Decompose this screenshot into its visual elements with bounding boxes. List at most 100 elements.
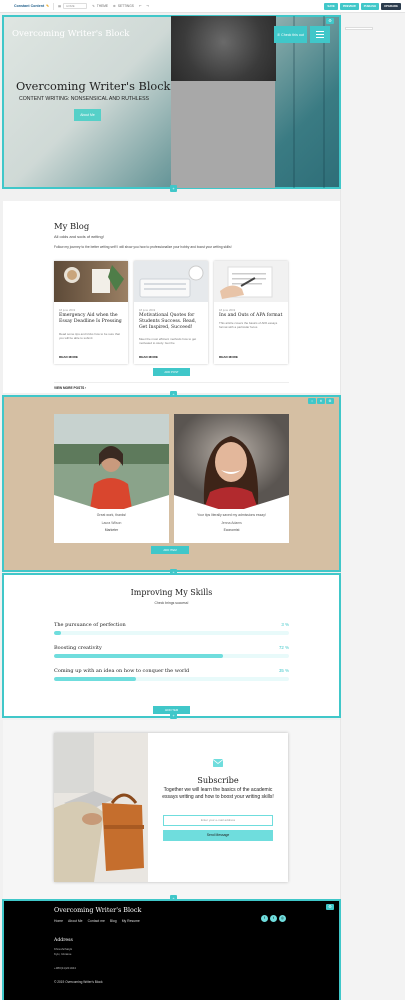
- social-links: f t ◎: [261, 915, 286, 922]
- subscribe-title: Subscribe: [197, 775, 239, 785]
- footer-nav-resume[interactable]: My Resume: [122, 919, 140, 923]
- testimonial-card[interactable]: Your tips literally saved my admissions …: [174, 414, 289, 543]
- hero-title: Overcoming Writer's Block: [16, 80, 171, 93]
- logo-mark-icon: ✎: [46, 4, 50, 8]
- card-divider-shape: [174, 495, 289, 515]
- skill-label: Coming up with an idea on how to conquer…: [54, 668, 190, 674]
- skill-progress-track: [54, 654, 289, 658]
- menu-line: [316, 33, 324, 36]
- redo-button[interactable]: ↷: [147, 4, 150, 8]
- read-more-link[interactable]: READ MORE: [59, 355, 78, 359]
- post-date: 18 june 2019: [219, 308, 236, 312]
- hero-cta-button[interactable]: ✆ Check this out: [274, 26, 307, 43]
- skill-percent: 35 %: [278, 668, 289, 673]
- paper-sheet-image: [171, 81, 275, 188]
- email-input[interactable]: Enter your e-mail address: [163, 815, 273, 826]
- twitter-icon[interactable]: t: [270, 915, 277, 922]
- blog-post-card[interactable]: 18 june 2019 Ins and Outs of APA format …: [214, 261, 288, 364]
- skills-section[interactable]: Improving My Skills Check brings success…: [2, 573, 341, 718]
- page-selector[interactable]: ▤ HOME: [58, 3, 88, 9]
- footer-nav-blog[interactable]: Blog: [110, 919, 117, 923]
- undo-icon: ↶: [138, 4, 142, 8]
- add-item-button[interactable]: ADD ITEM: [151, 546, 189, 554]
- skill-progress-track: [54, 677, 289, 681]
- hamburger-menu-button[interactable]: [310, 26, 330, 43]
- facebook-icon[interactable]: f: [261, 915, 268, 922]
- post-excerpt: Read some tips and tricks how to be sure…: [59, 332, 120, 340]
- skills-subtitle: Check brings success!: [154, 601, 189, 605]
- skill-item[interactable]: Coming up with an idea on how to conquer…: [54, 668, 289, 681]
- skill-progress-fill: [54, 631, 62, 635]
- hero-subtitle: CONTENT WRITING: NONSENSICAL AND RUTHLES…: [19, 96, 149, 102]
- post-title[interactable]: Emergency Aid when the Essay Deadline Is…: [59, 313, 125, 325]
- page-select[interactable]: HOME: [63, 3, 88, 9]
- footer-section[interactable]: Overcoming Writer's Block Home About Me …: [2, 899, 341, 1000]
- testimonials-section[interactable]: ↕ ✕ ⚙ Great work, thanks! Laura Wilson M…: [2, 395, 341, 572]
- testimonial-name: Jenna Adams: [221, 521, 242, 525]
- footer-nav-home[interactable]: Home: [54, 919, 63, 923]
- add-section-handle[interactable]: +: [170, 712, 177, 719]
- hero-section[interactable]: Overcoming Writer's Block ✆ Check this o…: [2, 15, 341, 189]
- blog-title: My Blog: [54, 221, 90, 231]
- blog-post-card[interactable]: 18 june 2019 Emergency Aid when the Essa…: [54, 261, 128, 364]
- theme-button[interactable]: ✎ THEME: [92, 4, 108, 8]
- app-logo[interactable]: Constant Content ✎: [14, 4, 49, 8]
- blog-section[interactable]: My Blog All odds and sods of writing! Fo…: [3, 201, 340, 393]
- settings-icon[interactable]: ⚙: [326, 398, 334, 404]
- blog-post-image: [214, 261, 288, 302]
- read-more-link[interactable]: READ MORE: [219, 355, 238, 359]
- delete-icon[interactable]: ✕: [317, 398, 325, 404]
- send-message-button[interactable]: Send Message: [163, 830, 273, 841]
- panel-tab[interactable]: [345, 27, 373, 30]
- preview-button[interactable]: PREVIEW: [339, 3, 359, 10]
- instagram-icon[interactable]: ◎: [279, 915, 286, 922]
- add-post-button[interactable]: ADD POST: [153, 368, 190, 376]
- section-tools: ↕ ✕ ⚙: [308, 398, 334, 404]
- gear-icon: ⚙: [113, 4, 116, 8]
- add-section-handle[interactable]: +: [170, 185, 177, 192]
- post-title[interactable]: Ins and Outs of APA format: [219, 313, 285, 319]
- footer-brand[interactable]: Overcoming Writer's Block: [54, 906, 141, 914]
- skills-title: Improving My Skills: [130, 588, 213, 597]
- post-title[interactable]: Motivational Quotes for Students Success…: [139, 313, 205, 330]
- editor-toolbar: Constant Content ✎ ▤ HOME ✎ THEME ⚙ SETTI…: [0, 0, 405, 13]
- publish-button[interactable]: PUBLISH: [360, 3, 379, 10]
- read-more-link[interactable]: READ MORE: [139, 355, 158, 359]
- subscribe-text: Together we will learn the basics of the…: [162, 787, 274, 800]
- section-settings-icon[interactable]: ⚙: [326, 904, 334, 910]
- menu-line: [316, 30, 324, 33]
- subscribe-section[interactable]: Subscribe Together we will learn the bas…: [3, 720, 340, 900]
- skill-progress-track: [54, 631, 289, 635]
- testimonial-card[interactable]: Great work, thanks! Laura Wilson Markete…: [54, 414, 169, 543]
- skill-progress-fill: [54, 677, 137, 681]
- footer-nav-contact[interactable]: Contact me: [88, 919, 105, 923]
- save-button[interactable]: SAVE: [324, 3, 338, 10]
- phone-icon: ✆: [277, 32, 281, 37]
- view-more-posts-link[interactable]: VIEW MORE POSTS ›: [54, 386, 86, 390]
- skill-item[interactable]: Boosting creativity 72 %: [54, 645, 289, 658]
- theme-label: THEME: [96, 4, 109, 8]
- hero-cta-label: Check this out: [281, 32, 304, 37]
- redo-icon: ↷: [146, 4, 150, 8]
- skill-item[interactable]: The pursuance of perfection 3 %: [54, 622, 289, 635]
- settings-button[interactable]: ⚙ SETTINGS: [113, 4, 134, 8]
- skill-label: Boosting creativity: [54, 645, 102, 651]
- toolbar-divider: [53, 2, 55, 10]
- section-settings-icon[interactable]: ⚙: [326, 18, 334, 24]
- skill-percent: 72 %: [278, 645, 289, 650]
- skill-label: The pursuance of perfection: [54, 622, 126, 628]
- footer-nav-about[interactable]: About Me: [68, 919, 83, 923]
- skill-progress-fill: [54, 654, 224, 658]
- upgrade-button[interactable]: UPGRADE: [381, 3, 401, 10]
- move-icon[interactable]: ↕: [308, 398, 316, 404]
- site-brand[interactable]: Overcoming Writer's Block: [12, 29, 129, 39]
- testimonial-quote: Great work, thanks!: [96, 513, 127, 517]
- skill-percent: 3 %: [281, 622, 289, 627]
- undo-button[interactable]: ↶: [139, 4, 142, 8]
- address-heading: Address: [54, 938, 73, 943]
- post-date: 18 june 2019: [139, 308, 156, 312]
- footer-nav: Home About Me Contact me Blog My Resume: [54, 919, 140, 923]
- blog-post-card[interactable]: 18 june 2019 Motivational Quotes for Stu…: [134, 261, 208, 364]
- about-me-button[interactable]: About Me: [74, 109, 101, 121]
- menu-line: [316, 36, 324, 39]
